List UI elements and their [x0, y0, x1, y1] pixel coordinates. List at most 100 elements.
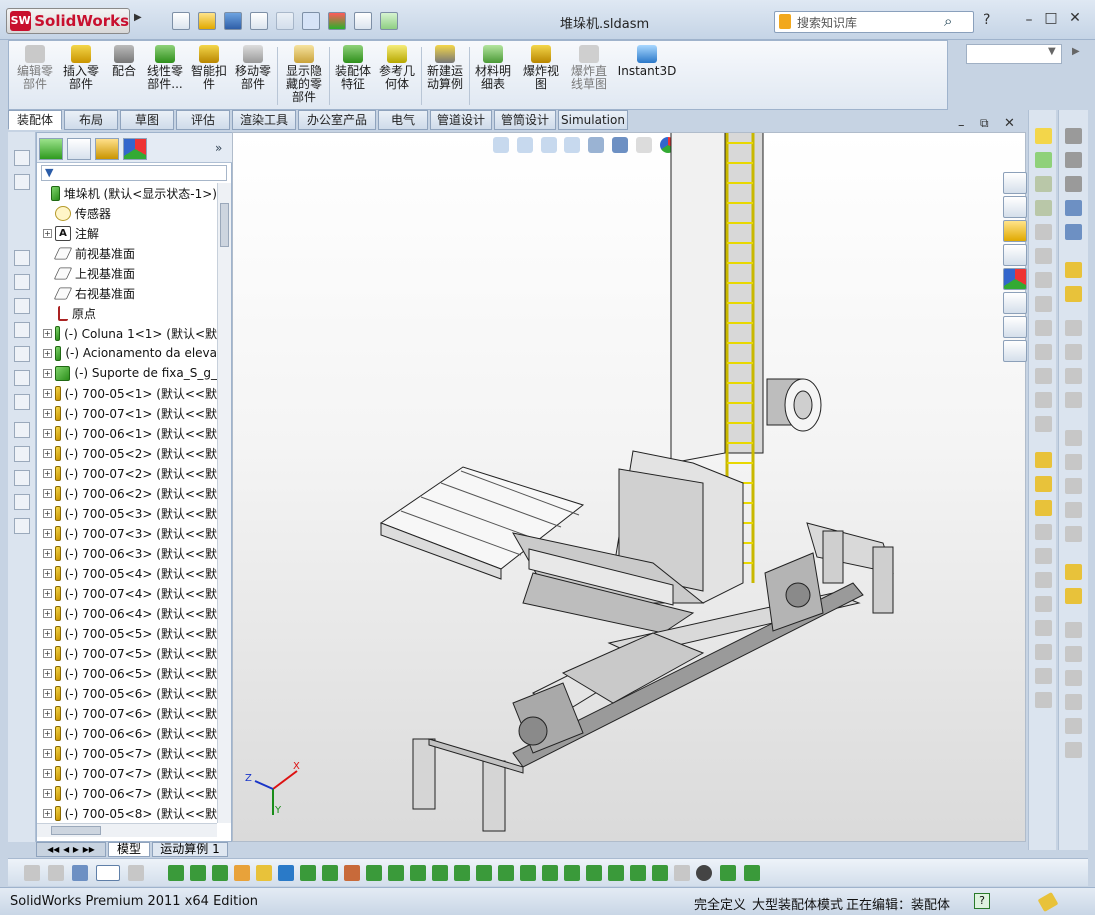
- sketch-tool-icon[interactable]: [1035, 224, 1052, 240]
- tree-item[interactable]: 右视基准面: [37, 283, 217, 303]
- sheetmetal-icon[interactable]: [1065, 262, 1082, 278]
- filter-solid-bodies-icon[interactable]: [256, 865, 272, 881]
- tree-filter-input[interactable]: ▼: [41, 165, 227, 181]
- filter-weld-symbols-icon[interactable]: [542, 865, 558, 881]
- expand-toggle-icon[interactable]: +: [43, 428, 52, 438]
- weld-icon[interactable]: [1035, 452, 1052, 468]
- expand-toggle-icon[interactable]: +: [43, 228, 52, 238]
- scroll-thumb[interactable]: [51, 826, 101, 835]
- instant3d-button[interactable]: Instant3D: [617, 45, 677, 107]
- tab-navigation-arrows[interactable]: ◂◂ ◂ ▸ ▸▸: [36, 842, 106, 857]
- feature-tree-tab-icon[interactable]: [39, 138, 63, 160]
- lights-icon[interactable]: [1065, 200, 1082, 216]
- parting-surface-icon[interactable]: [1065, 502, 1082, 518]
- smart-dimension-icon[interactable]: [14, 174, 30, 190]
- chevron-down-icon[interactable]: ▼: [1048, 46, 1056, 57]
- viewport-restore-icon[interactable]: ⧉: [980, 116, 989, 131]
- sketch-icon[interactable]: [14, 150, 30, 166]
- delete-face-icon[interactable]: [1065, 718, 1082, 734]
- select-all-filters-icon[interactable]: [72, 865, 88, 881]
- expand-toggle-icon[interactable]: +: [43, 508, 52, 518]
- loft-icon[interactable]: [14, 322, 30, 338]
- tab-tubing[interactable]: 管筒设计: [494, 110, 556, 130]
- tree-vertical-scrollbar[interactable]: [217, 183, 231, 823]
- exploded-view-button[interactable]: 爆炸视 图: [519, 45, 563, 107]
- mate-icon[interactable]: [1035, 176, 1052, 192]
- tree-item[interactable]: + (-) 700-07<7> (默认<<默: [37, 763, 217, 783]
- tree-item[interactable]: 传感器: [37, 203, 217, 223]
- expand-toggle-icon[interactable]: +: [43, 648, 52, 658]
- tree-item[interactable]: + (-) 700-06<4> (默认<<默: [37, 603, 217, 623]
- tree-item[interactable]: + (-) 700-05<4> (默认<<默: [37, 563, 217, 583]
- block-icon[interactable]: [1035, 692, 1052, 708]
- tab-assembly[interactable]: 装配体: [8, 110, 62, 130]
- centerline-icon[interactable]: [1035, 644, 1052, 660]
- hatch-icon[interactable]: [1035, 668, 1052, 684]
- mate-button[interactable]: 配合: [105, 45, 143, 107]
- toolbox-icon[interactable]: [1003, 340, 1027, 362]
- expand-toggle-icon[interactable]: +: [43, 488, 52, 498]
- coordinate-system-icon[interactable]: [14, 518, 30, 534]
- tab-evaluate[interactable]: 评估: [176, 110, 230, 130]
- filter-datum-features-icon[interactable]: [520, 865, 536, 881]
- offset-tool-icon[interactable]: [1035, 392, 1052, 408]
- filter-routing-points-icon[interactable]: [674, 865, 690, 881]
- reference-geometry-button[interactable]: 参考几 何体: [375, 45, 419, 107]
- tree-item[interactable]: + (-) Suporte de fixa_S_g_: [37, 363, 217, 383]
- offset-surface-icon[interactable]: [1065, 670, 1082, 686]
- tree-item[interactable]: 堆垛机 (默认<显示状态-1>): [37, 183, 217, 203]
- stacker-crane-3d-model[interactable]: [233, 133, 1026, 842]
- tree-item[interactable]: + (-) 700-07<4> (默认<<默: [37, 583, 217, 603]
- filter-axes-icon[interactable]: [278, 865, 294, 881]
- tab-motion-study-1[interactable]: 运动算例 1: [152, 842, 228, 857]
- bill-of-materials-button[interactable]: 材料明 细表: [471, 45, 515, 107]
- open-folder-icon[interactable]: [198, 12, 216, 30]
- assembly-icon[interactable]: [1035, 152, 1052, 168]
- filter-dowel-pins-icon[interactable]: [630, 865, 646, 881]
- tree-item[interactable]: + (-) 700-07<3> (默认<<默: [37, 523, 217, 543]
- help-status-icon[interactable]: ?: [974, 893, 990, 909]
- filter-welds-icon[interactable]: [720, 865, 736, 881]
- filter-datum-targets-icon[interactable]: [564, 865, 580, 881]
- explode-line-sketch-button[interactable]: 爆炸直 线草图: [565, 45, 613, 107]
- center-mark-icon[interactable]: [1035, 620, 1052, 636]
- filter-edges-icon[interactable]: [190, 865, 206, 881]
- help-icon[interactable]: ?: [983, 12, 990, 28]
- annotation-icon[interactable]: [1035, 476, 1052, 492]
- graphics-area[interactable]: X Y Z: [232, 132, 1026, 842]
- camera-icon[interactable]: [1065, 152, 1082, 168]
- tooling-split-icon[interactable]: [1065, 526, 1082, 542]
- tree-item[interactable]: + (-) Coluna 1<1> (默认<默: [37, 323, 217, 343]
- trim-tool-icon[interactable]: [1035, 344, 1052, 360]
- replace-face-icon[interactable]: [1065, 742, 1082, 758]
- move-component-button[interactable]: 移动零 部件: [231, 45, 275, 107]
- expand-toggle-icon[interactable]: +: [43, 468, 52, 478]
- tree-item[interactable]: + (-) 700-05<7> (默认<<默: [37, 743, 217, 763]
- structural-member-icon[interactable]: [1065, 344, 1082, 360]
- tree-item[interactable]: + (-) 700-07<2> (默认<<默: [37, 463, 217, 483]
- smart-fasteners-button[interactable]: 智能扣 件: [187, 45, 231, 107]
- ruled-surface-icon[interactable]: [1065, 694, 1082, 710]
- linear-pattern-button[interactable]: 线性零 部件...: [143, 45, 187, 107]
- render-icon[interactable]: [1065, 128, 1082, 144]
- fillet-icon[interactable]: [14, 370, 30, 386]
- revolve-icon[interactable]: [14, 274, 30, 290]
- solidworks-forum-icon[interactable]: [1003, 316, 1027, 338]
- tree-item[interactable]: + (-) 700-06<7> (默认<<默: [37, 783, 217, 803]
- clear-filters-icon[interactable]: [48, 865, 64, 881]
- expand-toggle-icon[interactable]: +: [43, 728, 52, 738]
- shut-off-surface-icon[interactable]: [1065, 478, 1082, 494]
- filter-vertices-icon[interactable]: [168, 865, 184, 881]
- filter-sketch-icon[interactable]: [744, 865, 760, 881]
- tree-item[interactable]: + A 注解: [37, 223, 217, 243]
- tree-item[interactable]: + (-) Acionamento da eleva: [37, 343, 217, 363]
- tree-item[interactable]: + (-) 700-06<3> (默认<<默: [37, 543, 217, 563]
- select-other-icon[interactable]: [128, 865, 144, 881]
- file-properties-icon[interactable]: [354, 12, 372, 30]
- assembly-features-button[interactable]: 装配体 特征: [331, 45, 375, 107]
- expand-toggle-icon[interactable]: +: [43, 688, 52, 698]
- tolerance-icon[interactable]: [1035, 596, 1052, 612]
- close-button[interactable]: ✕: [1064, 10, 1086, 28]
- spin-icon[interactable]: [1065, 176, 1082, 192]
- axis-icon[interactable]: [14, 470, 30, 486]
